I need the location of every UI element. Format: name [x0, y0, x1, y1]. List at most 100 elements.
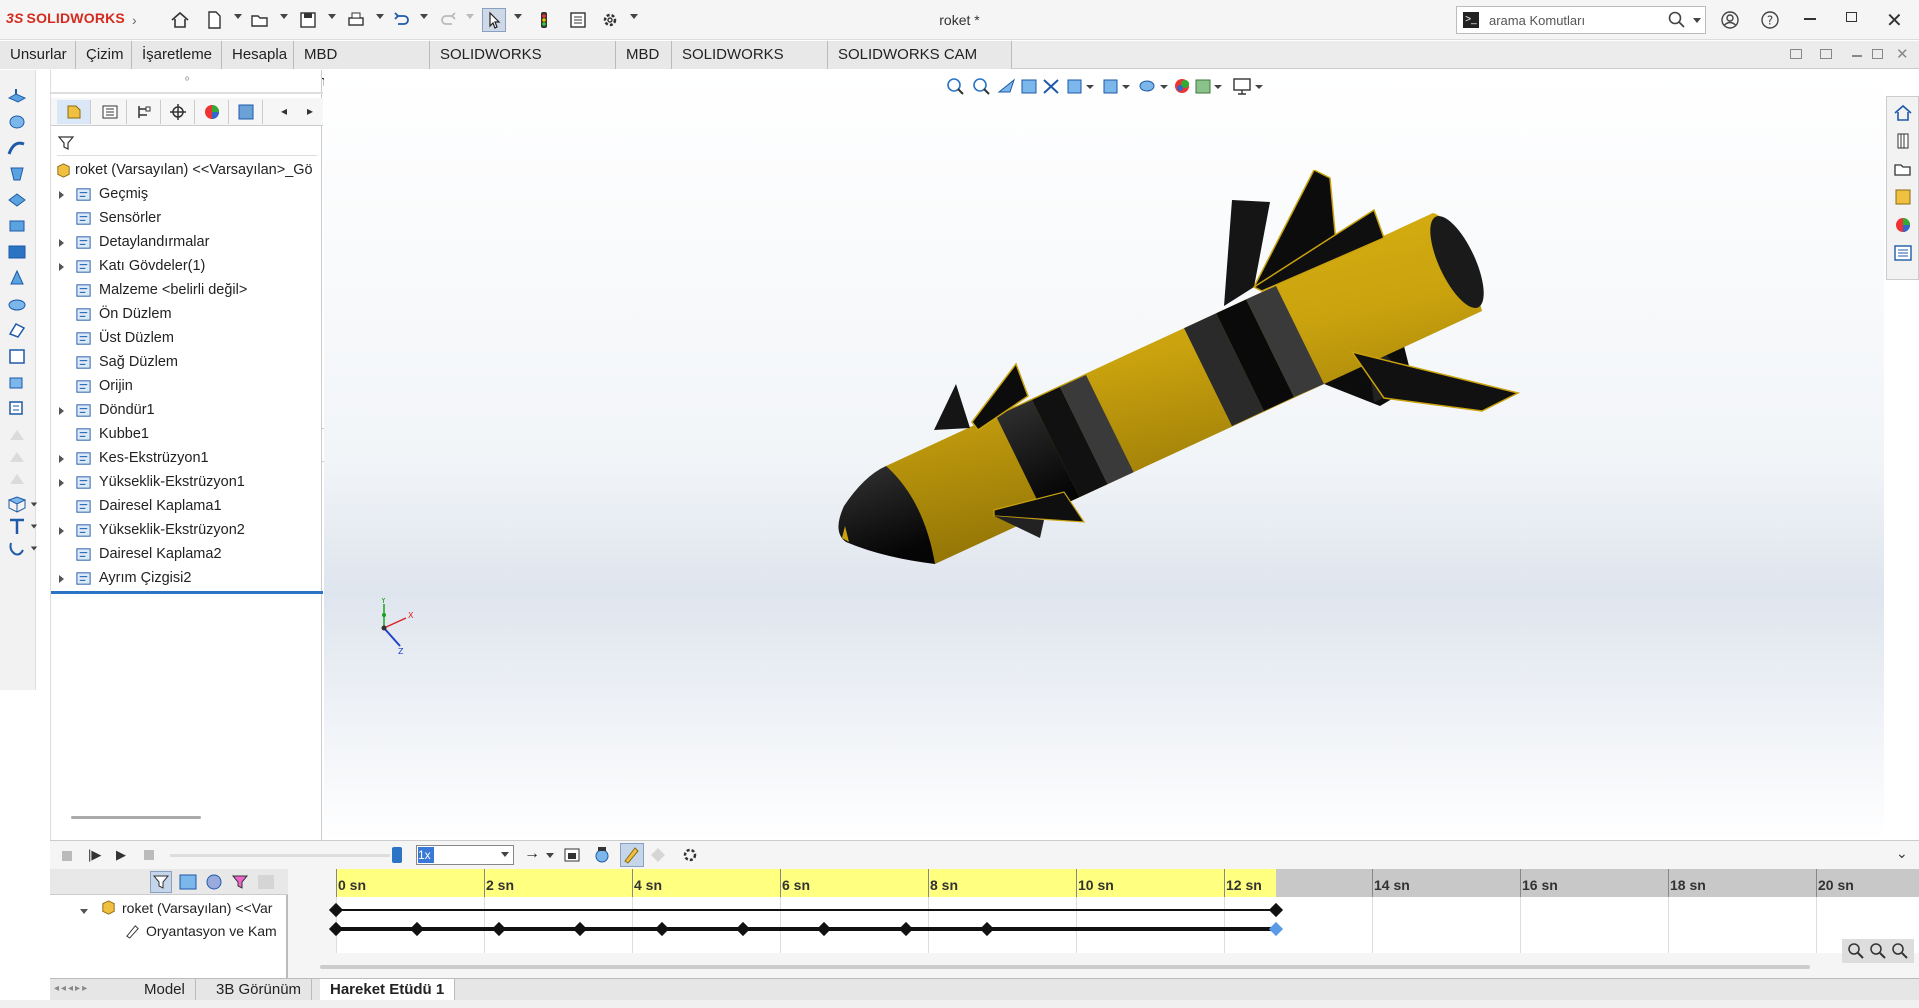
playback-speed-select[interactable]: 1x	[416, 845, 514, 865]
tab-solidworks-cam[interactable]: SOLIDWORKS CAM	[672, 41, 828, 90]
extruded-boss-icon[interactable]	[6, 86, 28, 106]
tree-expand-icon[interactable]	[59, 407, 64, 415]
tree-expand-icon[interactable]	[59, 455, 64, 463]
tabs-scroll-left-icon[interactable]: ◂	[281, 104, 287, 118]
cam-tab-icon[interactable]	[229, 100, 263, 124]
configurationmanager-tab-icon[interactable]	[127, 100, 161, 124]
tree-expand-icon[interactable]	[59, 263, 64, 271]
appearances-scenes-icon[interactable]	[1893, 215, 1913, 235]
timeline-key[interactable]	[328, 902, 344, 918]
motion-study-properties-icon[interactable]	[680, 845, 700, 865]
revolved-cut-icon[interactable]	[6, 268, 28, 288]
orientation-key[interactable]	[898, 921, 913, 937]
timeline-scrollbar[interactable]	[320, 965, 1810, 969]
search-dropdown-icon[interactable]	[1693, 18, 1701, 23]
help-icon[interactable]: ?	[1760, 10, 1780, 30]
calculate-icon[interactable]	[62, 851, 72, 861]
stop-icon[interactable]	[144, 850, 154, 860]
displaymanager-tab-icon[interactable]	[195, 100, 229, 124]
tab-mbd-dimensions[interactable]: MBD Dimensions	[294, 41, 430, 90]
curves-dropdown-icon[interactable]	[30, 524, 38, 529]
filter-icon[interactable]	[57, 134, 75, 152]
playback-mode-dropdown-icon[interactable]	[546, 853, 554, 858]
minimize-icon[interactable]	[1804, 18, 1816, 20]
timeline-tracks[interactable]	[328, 897, 1919, 953]
propertymanager-tab-icon[interactable]	[93, 100, 127, 124]
filter-selected-icon[interactable]	[204, 873, 224, 891]
display-style-dropdown-icon[interactable]	[1122, 85, 1130, 89]
playback-slider-thumb[interactable]	[392, 847, 402, 863]
tabs-scroll-right-icon[interactable]: ▸	[307, 104, 313, 118]
zoom-to-fit-icon[interactable]	[947, 78, 964, 95]
hide-show-dropdown-icon[interactable]	[1160, 85, 1168, 89]
tab-solidworks-cam-tbm[interactable]: SOLIDWORKS CAM TBM	[828, 41, 1012, 90]
panel-right-icon[interactable]	[1820, 49, 1832, 59]
filter-driving-icon[interactable]	[178, 873, 198, 891]
viewport-minimize-icon[interactable]	[1852, 55, 1862, 57]
panel-left-icon[interactable]	[1790, 49, 1802, 59]
motion-tree-root[interactable]: roket (Varsayılan) <<Var	[122, 896, 272, 920]
tab-markup[interactable]: İşaretleme	[132, 41, 222, 69]
orientation-key[interactable]	[980, 921, 995, 937]
rib-icon[interactable]	[6, 426, 28, 446]
orientation-key[interactable]	[328, 921, 344, 937]
file-explorer-icon[interactable]	[1893, 159, 1913, 179]
tab-evaluate[interactable]: Hesapla	[222, 41, 294, 69]
instant3d-icon[interactable]	[6, 538, 28, 558]
viewport-close-icon[interactable]: ✕	[1896, 45, 1909, 63]
tab-solidworks-addins[interactable]: SOLIDWORKS Eklentileri	[430, 41, 616, 90]
motion-root-expand-icon[interactable]	[80, 909, 88, 914]
tab-mbd[interactable]: MBD	[616, 41, 672, 69]
playback-slider[interactable]	[170, 854, 390, 857]
fillet-icon[interactable]	[6, 372, 28, 392]
curves-icon[interactable]	[6, 516, 28, 536]
tree-expand-icon[interactable]	[59, 527, 64, 535]
motion-tree-orientation[interactable]: Oryantasyon ve Kam	[146, 919, 277, 943]
view-settings-icon[interactable]	[1233, 78, 1251, 95]
zoom-in-timeline-icon[interactable]	[1846, 941, 1866, 961]
tree-expand-icon[interactable]	[59, 479, 64, 487]
edit-appearance-icon[interactable]	[1175, 79, 1189, 93]
extruded-cut-icon[interactable]	[6, 216, 28, 236]
custom-properties-icon[interactable]	[1893, 243, 1913, 263]
user-account-icon[interactable]	[1720, 10, 1740, 30]
featuremanager-tab-icon[interactable]	[57, 100, 91, 124]
search-icon[interactable]	[1667, 10, 1687, 30]
play-from-start-icon[interactable]: |▶	[88, 847, 101, 863]
collapse-tree-icon[interactable]	[256, 873, 276, 891]
play-icon[interactable]: ▶	[116, 847, 126, 863]
previous-view-icon[interactable]	[997, 78, 1016, 93]
boundary-cut-icon[interactable]	[6, 346, 28, 366]
reference-geometry-dropdown-icon[interactable]	[30, 502, 38, 507]
orientation-key[interactable]	[410, 921, 425, 937]
orientation-key[interactable]	[1268, 921, 1283, 937]
playback-mode-icon[interactable]: →	[524, 845, 540, 863]
linear-pattern-icon[interactable]	[6, 398, 28, 418]
apply-scene-icon[interactable]	[1195, 79, 1211, 94]
orientation-key[interactable]	[491, 921, 506, 937]
collapse-motion-manager-icon[interactable]: ⌄	[1896, 845, 1908, 862]
view-settings-dropdown-icon[interactable]	[1255, 85, 1263, 89]
horizontal-scrollbar[interactable]	[71, 816, 201, 819]
viewport-restore-icon[interactable]	[1872, 49, 1883, 59]
tree-expand-icon[interactable]	[59, 575, 64, 583]
orientation-key[interactable]	[654, 921, 669, 937]
lofted-boss-icon[interactable]	[6, 164, 28, 184]
tree-expand-icon[interactable]	[59, 239, 64, 247]
orientation-key[interactable]	[573, 921, 588, 937]
view-orientation-icon[interactable]	[1067, 79, 1082, 94]
search-input[interactable]: arama Komutları	[1489, 13, 1585, 28]
section-view-icon[interactable]	[1021, 79, 1037, 94]
tab-model[interactable]: Model	[134, 979, 196, 1001]
animation-wizard-icon[interactable]	[592, 845, 612, 865]
orientation-key[interactable]	[817, 921, 832, 937]
display-style-icon[interactable]	[1103, 79, 1118, 94]
boundary-boss-icon[interactable]	[6, 190, 28, 210]
lofted-cut-icon[interactable]	[6, 320, 28, 340]
revolved-boss-icon[interactable]	[6, 112, 28, 132]
draft-icon[interactable]	[6, 448, 28, 468]
view-orientation-dropdown-icon[interactable]	[1086, 85, 1094, 89]
orientation-key[interactable]	[735, 921, 751, 937]
dynamic-annotation-icon[interactable]	[1043, 79, 1059, 94]
apply-scene-dropdown-icon[interactable]	[1214, 85, 1222, 89]
